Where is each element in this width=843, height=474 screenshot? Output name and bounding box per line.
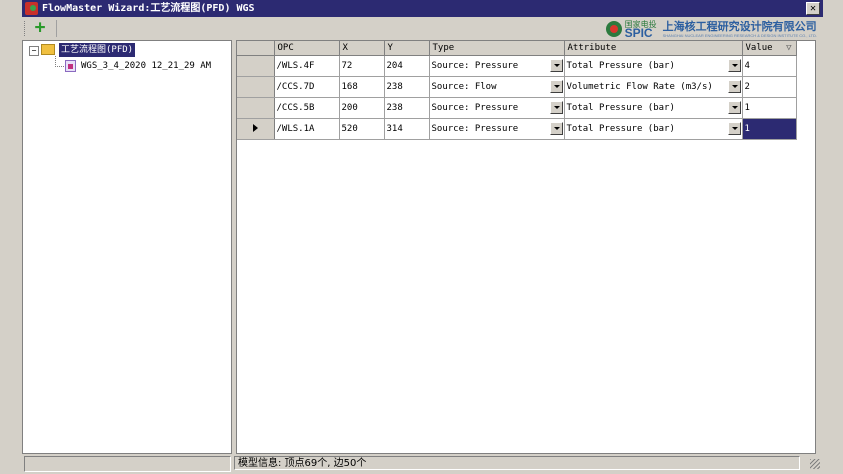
cell-type[interactable]: Source: Pressure	[429, 97, 565, 119]
toolbar: + 国家电投 SPIC 上海核工程研究设计院有限公司 SHANGHAI NUCL…	[22, 17, 823, 40]
cell-value-selected[interactable]: 1	[742, 118, 797, 140]
row-header-current[interactable]	[237, 118, 275, 140]
row-header-corner	[237, 41, 275, 56]
type-combobox-value: Source: Pressure	[431, 103, 519, 113]
table-row[interactable]: /CCS.7D 168 238 Source: Flow Volumetric …	[237, 76, 797, 98]
column-header-type[interactable]: Type	[429, 41, 565, 56]
attribute-combobox[interactable]: Volumetric Flow Rate (m3/s)	[567, 79, 742, 95]
table-row[interactable]: /CCS.5B 200 238 Source: Pressure Total P…	[237, 97, 797, 119]
collapse-icon[interactable]: −	[29, 46, 39, 56]
cell-x[interactable]: 200	[339, 97, 385, 119]
company-logo: 国家电投 SPIC 上海核工程研究设计院有限公司 SHANGHAI NUCLEA…	[605, 19, 817, 40]
cell-y[interactable]: 238	[384, 76, 430, 98]
status-model-info: 模型信息: 顶点69个, 边50个	[234, 456, 800, 470]
type-combobox[interactable]: Source: Pressure	[432, 100, 564, 116]
dropdown-arrow-icon[interactable]	[727, 101, 741, 114]
column-header-x[interactable]: X	[339, 41, 385, 56]
toolbar-separator	[56, 20, 57, 37]
attribute-combobox[interactable]: Total Pressure (bar)	[567, 121, 742, 137]
dropdown-arrow-icon[interactable]	[549, 59, 563, 72]
attribute-combobox-value: Total Pressure (bar)	[566, 103, 675, 113]
model-doc-icon	[65, 60, 76, 72]
type-combobox-value: Source: Pressure	[431, 61, 519, 71]
tree-node-root-label[interactable]: 工艺流程图(PFD)	[59, 43, 136, 57]
grid-header-row: OPC X Y Type Attribute Value ▽	[237, 41, 797, 56]
dropdown-arrow-icon[interactable]	[727, 59, 741, 72]
type-combobox-value: Source: Pressure	[431, 124, 519, 134]
column-header-attribute[interactable]: Attribute	[564, 41, 743, 56]
row-header[interactable]	[237, 76, 275, 98]
cell-value[interactable]: 1	[742, 97, 797, 119]
current-row-pointer-icon	[252, 123, 258, 132]
sort-icon: ▽	[786, 43, 792, 53]
grid-table: OPC X Y Type Attribute Value ▽ /WLS.4F 72…	[237, 41, 797, 140]
toolbar-grip[interactable]	[24, 21, 28, 36]
cell-attribute[interactable]: Total Pressure (bar)	[564, 97, 743, 119]
add-icon[interactable]: +	[32, 19, 48, 37]
row-header[interactable]	[237, 55, 275, 77]
spic-logo-icon	[605, 21, 622, 37]
cell-x[interactable]: 72	[339, 55, 385, 77]
tree-panel: − 工艺流程图(PFD) WGS_3_4_2020 12_21_29 AM	[22, 40, 232, 454]
type-combobox[interactable]: Source: Flow	[432, 79, 564, 95]
type-combobox-value: Source: Flow	[431, 82, 497, 92]
column-header-value-label: Value	[745, 43, 773, 53]
cell-attribute[interactable]: Total Pressure (bar)	[564, 118, 743, 140]
cell-opc[interactable]: /WLS.4F	[274, 55, 340, 77]
dropdown-arrow-icon[interactable]	[727, 80, 741, 93]
cell-attribute[interactable]: Total Pressure (bar)	[564, 55, 743, 77]
cell-type[interactable]: Source: Pressure	[429, 55, 565, 77]
cell-type[interactable]: Source: Pressure	[429, 118, 565, 140]
tree-node-model-label[interactable]: WGS_3_4_2020 12_21_29 AM	[81, 59, 211, 73]
cell-x[interactable]: 168	[339, 76, 385, 98]
logo-brand-large: SPIC	[624, 26, 653, 40]
status-bar: 模型信息: 顶点69个, 边50个	[22, 454, 823, 474]
window-title: FlowMaster Wizard:工艺流程图(PFD) WGS	[42, 3, 255, 14]
app-icon	[25, 2, 38, 15]
cell-value[interactable]: 4	[742, 55, 797, 77]
type-combobox[interactable]: Source: Pressure	[432, 58, 564, 74]
application-window: FlowMaster Wizard:工艺流程图(PFD) WGS ✕ + 国家电…	[0, 0, 843, 474]
tree-connector-horizontal	[55, 66, 64, 67]
cell-value[interactable]: 2	[742, 76, 797, 98]
cell-opc[interactable]: /CCS.5B	[274, 97, 340, 119]
close-button[interactable]: ✕	[806, 2, 820, 15]
column-header-opc[interactable]: OPC	[274, 41, 340, 56]
attribute-combobox-value: Total Pressure (bar)	[566, 124, 675, 134]
logo-brand: 国家电投 SPIC	[624, 20, 657, 40]
logo-institute-en: SHANGHAI NUCLEAR ENGINEERING RESEARCH & …	[662, 32, 817, 38]
dropdown-arrow-icon[interactable]	[549, 80, 563, 93]
logo-institute-name: 上海核工程研究设计院有限公司	[662, 20, 817, 33]
cell-opc[interactable]: /WLS.1A	[274, 118, 340, 140]
resize-grip-icon[interactable]	[810, 459, 820, 469]
dropdown-arrow-icon[interactable]	[727, 122, 741, 135]
attribute-combobox[interactable]: Total Pressure (bar)	[567, 58, 742, 74]
status-panel-left	[24, 456, 231, 472]
type-combobox[interactable]: Source: Pressure	[432, 121, 564, 137]
column-header-y[interactable]: Y	[384, 41, 430, 56]
attribute-combobox-value: Total Pressure (bar)	[566, 61, 675, 71]
attribute-combobox[interactable]: Total Pressure (bar)	[567, 100, 742, 116]
cell-y[interactable]: 204	[384, 55, 430, 77]
table-row[interactable]: /WLS.4F 72 204 Source: Pressure Total Pr…	[237, 55, 797, 77]
data-grid: OPC X Y Type Attribute Value ▽ /WLS.4F 72…	[236, 40, 816, 454]
row-header[interactable]	[237, 97, 275, 119]
column-header-value[interactable]: Value ▽	[742, 41, 797, 56]
table-row-current[interactable]: /WLS.1A 520 314 Source: Pressure Total P…	[237, 118, 797, 140]
cell-x[interactable]: 520	[339, 118, 385, 140]
cell-attribute[interactable]: Volumetric Flow Rate (m3/s)	[564, 76, 743, 98]
cell-y[interactable]: 238	[384, 97, 430, 119]
title-bar: FlowMaster Wizard:工艺流程图(PFD) WGS ✕	[22, 0, 823, 17]
cell-y[interactable]: 314	[384, 118, 430, 140]
logo-institute: 上海核工程研究设计院有限公司 SHANGHAI NUCLEAR ENGINEER…	[663, 21, 817, 38]
folder-open-icon	[41, 44, 55, 55]
dropdown-arrow-icon[interactable]	[549, 101, 563, 114]
attribute-combobox-value: Volumetric Flow Rate (m3/s)	[566, 82, 713, 92]
cell-type[interactable]: Source: Flow	[429, 76, 565, 98]
cell-opc[interactable]: /CCS.7D	[274, 76, 340, 98]
dropdown-arrow-icon[interactable]	[549, 122, 563, 135]
